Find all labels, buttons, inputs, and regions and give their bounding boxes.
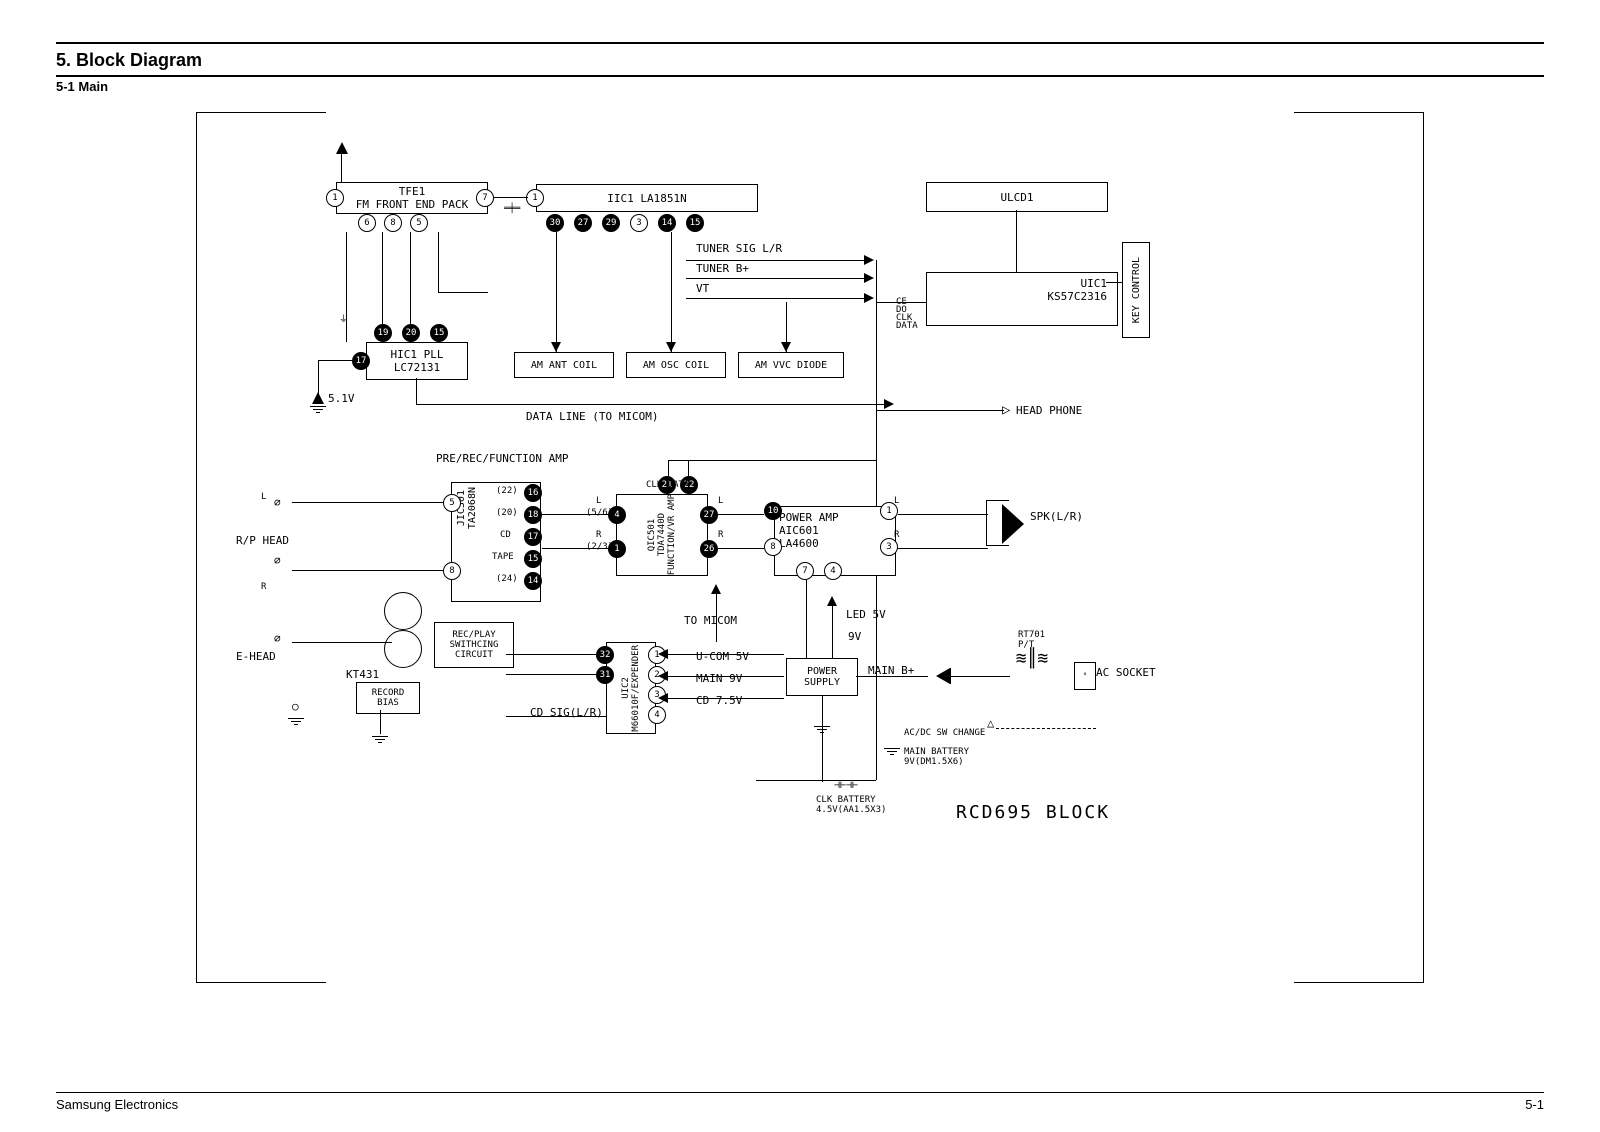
pin: 32: [596, 646, 614, 664]
pin: 8: [764, 538, 782, 556]
block-tfe1: TFE1 FM FRONT END PACK: [336, 182, 488, 214]
block-diagram: TFE1 FM FRONT END PACK 1 7 6 8 5 IIC1 LA…: [56, 102, 1544, 1002]
pin: 29: [602, 214, 620, 232]
pin: 27: [700, 506, 718, 524]
pin: 3: [630, 214, 648, 232]
pin: 1: [326, 189, 344, 207]
label-tuner-b: TUNER B+: [696, 262, 749, 275]
label-acdc-sw: AC/DC SW CHANGE: [904, 728, 985, 738]
pin: 10: [764, 502, 782, 520]
pin: 5: [410, 214, 428, 232]
block-ulcd1: ULCD1: [926, 182, 1108, 212]
pin: 8: [384, 214, 402, 232]
pin: 26: [700, 540, 718, 558]
label-e-head: E-HEAD: [236, 650, 276, 663]
label-5-1v: 5.1V: [328, 392, 355, 405]
pin: 20: [402, 324, 420, 342]
pin: 17: [352, 352, 370, 370]
pin: 15: [430, 324, 448, 342]
block-uic1: UIC1 KS57C2316: [926, 272, 1118, 326]
pin: 1: [526, 189, 544, 207]
label-rt701: RT701 P/T: [1018, 630, 1045, 650]
pin: 14: [658, 214, 676, 232]
pin: 14: [524, 572, 542, 590]
block-hic1: HIC1 PLL LC72131: [366, 342, 468, 380]
footer-page: 5-1: [1525, 1097, 1544, 1112]
label-ucom5v: U-COM 5V: [696, 650, 749, 663]
footer-company: Samsung Electronics: [56, 1097, 178, 1112]
label-vt: VT: [696, 282, 709, 295]
pin: 6: [358, 214, 376, 232]
pin: 18: [524, 506, 542, 524]
label-spk: SPK(L/R): [1030, 510, 1083, 523]
motor-icon: [384, 592, 422, 630]
label-head-phone: HEAD PHONE: [1016, 404, 1082, 417]
pin: 15: [686, 214, 704, 232]
pin: 16: [524, 484, 542, 502]
block-uic2: UIC2 M66010F/EXPENDER: [621, 645, 641, 732]
pin: 31: [596, 666, 614, 684]
label-pre-rec-function: PRE/REC/FUNCTION AMP: [436, 452, 568, 465]
label-cd-sig: CD SIG(L/R): [530, 706, 603, 719]
label-9v: 9V: [848, 630, 861, 643]
label-cd7-5v: CD 7.5V: [696, 694, 742, 707]
pin: 7: [476, 189, 494, 207]
label-to-micom: TO MICOM: [684, 614, 737, 627]
pin: 7: [796, 562, 814, 580]
pin: 4: [824, 562, 842, 580]
label-rp-head: R/P HEAD: [236, 534, 289, 547]
label-clk-battery: CLK BATTERY 4.5V(AA1.5X3): [816, 796, 886, 816]
label-led5v: LED 5V: [846, 608, 886, 621]
label-main9v: MAIN 9V: [696, 672, 742, 685]
block-am-vvc-diode: AM VVC DIODE: [738, 352, 844, 378]
block-am-osc-coil: AM OSC COIL: [626, 352, 726, 378]
key-control: KEY CONTROL: [1122, 242, 1150, 338]
label-kt431: KT431: [346, 668, 379, 681]
pin: 27: [574, 214, 592, 232]
diagram-title: RCD695 BLOCK: [956, 802, 1110, 823]
block-power-supply: POWER SUPPLY: [786, 658, 858, 696]
sub-title: 5-1 Main: [56, 79, 1544, 94]
block-am-ant-coil: AM ANT COIL: [514, 352, 614, 378]
transformer-icon: ≋║≋: [1002, 648, 1062, 708]
block-rec-play: REC/PLAY SWITHCING CIRCUIT: [434, 622, 514, 668]
diode-icon: [936, 668, 950, 684]
label-main-battery: MAIN BATTERY 9V(DM1.5X6): [904, 748, 969, 768]
pin: 17: [524, 528, 542, 546]
pin: 19: [374, 324, 392, 342]
label-tuner-sig: TUNER SIG L/R: [696, 242, 782, 255]
pin: 8: [443, 562, 461, 580]
label-data-line: DATA LINE (TO MICOM): [526, 410, 658, 423]
pin: 5: [443, 494, 461, 512]
pin: 4: [648, 706, 666, 724]
block-record-bias: RECORD BIAS: [356, 682, 420, 714]
page-title: 5. Block Diagram: [56, 50, 1544, 71]
block-iic1: IIC1 LA1851N: [536, 184, 758, 212]
pin: 3: [880, 538, 898, 556]
label-ac-socket: AC SOCKET: [1096, 666, 1156, 679]
block-qic501: QIC501 TDA7440D FUNCTION/VR AMP: [647, 494, 677, 575]
pin: 15: [524, 550, 542, 568]
pin: 30: [546, 214, 564, 232]
motor-icon: [384, 630, 422, 668]
